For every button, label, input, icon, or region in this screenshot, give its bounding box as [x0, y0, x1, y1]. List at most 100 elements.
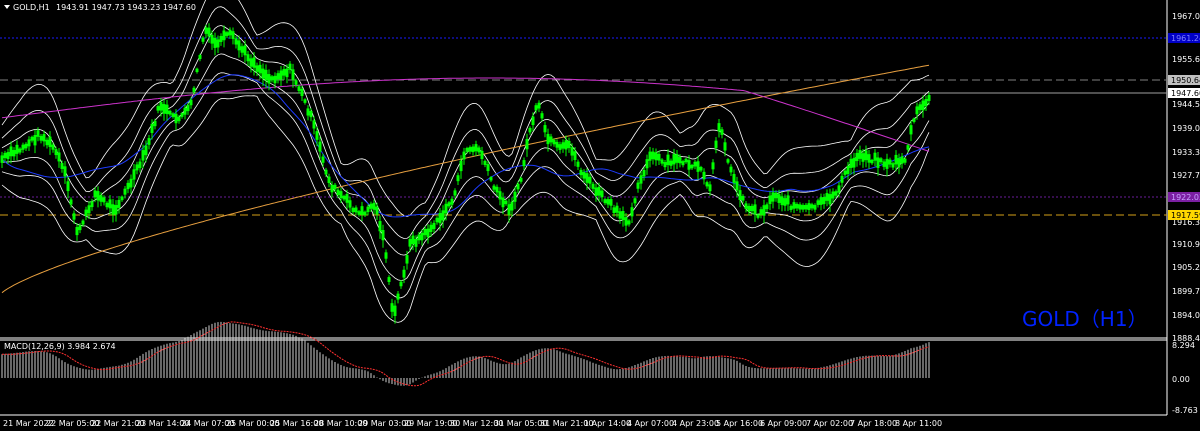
candle-body	[99, 195, 103, 202]
candle-body	[429, 224, 433, 232]
candle-body	[54, 149, 58, 156]
candle-body	[312, 120, 316, 129]
candle-body	[495, 186, 499, 193]
candle-body	[762, 205, 766, 216]
candle-body	[201, 37, 205, 42]
candle-body	[324, 169, 328, 175]
candle-body	[267, 74, 271, 84]
candle-body	[165, 104, 169, 115]
candle-body	[114, 205, 118, 215]
candle-body	[162, 104, 166, 114]
candle-body	[249, 58, 253, 67]
candle-body	[885, 158, 889, 169]
candle-body	[27, 139, 31, 147]
candle-body	[648, 151, 652, 161]
candle-body	[264, 69, 268, 81]
candle-body	[603, 199, 607, 204]
candle-body	[642, 170, 646, 177]
candle-body	[588, 176, 592, 184]
candle-body	[18, 148, 22, 153]
candle-body	[828, 194, 832, 205]
candle-body	[579, 169, 583, 176]
candle-body	[507, 204, 511, 215]
candle-body	[339, 191, 343, 199]
candle-body	[309, 110, 313, 118]
candle-body	[804, 204, 808, 210]
candle-body	[411, 235, 415, 245]
candle-body	[48, 136, 52, 148]
candle-body	[177, 116, 181, 122]
price-tick: 1955.60	[1172, 55, 1200, 64]
candle-body	[822, 197, 826, 205]
candle-body	[534, 105, 538, 111]
candle-body	[639, 175, 643, 184]
trading-chart[interactable]: GOLD,H1 1943.91 1947.73 1943.23 1947.60 …	[0, 0, 1200, 431]
gold-level-label: 1917.59	[1171, 211, 1200, 220]
candle-body	[294, 80, 298, 85]
candle-body	[180, 113, 184, 117]
candle-body	[783, 198, 787, 206]
candle-body	[864, 150, 868, 161]
candle-body	[612, 207, 616, 214]
candle-body	[714, 140, 718, 149]
candle-body	[927, 95, 931, 101]
candle-body	[210, 34, 214, 44]
candle-body	[6, 152, 10, 160]
candle-body	[594, 187, 598, 196]
candle-body	[435, 217, 439, 223]
candle-body	[321, 156, 325, 163]
candle-body	[582, 172, 586, 179]
candle-body	[228, 29, 232, 36]
candle-body	[720, 129, 724, 135]
candle-body	[315, 131, 319, 140]
candle-body	[585, 173, 589, 183]
candle-body	[744, 203, 748, 209]
price-tick: 1899.70	[1172, 287, 1200, 296]
candle-body	[801, 205, 805, 210]
candle-body	[654, 152, 658, 161]
candle-body	[318, 141, 322, 152]
candle-body	[699, 166, 703, 171]
candle-body	[21, 144, 25, 150]
candle-body	[78, 225, 82, 231]
candle-body	[123, 188, 127, 195]
candle-body	[729, 166, 733, 173]
candle-body	[291, 69, 295, 80]
candle-body	[513, 191, 517, 202]
candle-body	[702, 171, 706, 180]
candle-body	[390, 303, 394, 312]
candle-body	[819, 197, 823, 205]
symbol-label: GOLD,H1	[13, 3, 50, 12]
candle-body	[645, 159, 649, 169]
candle-body	[237, 40, 241, 51]
candle-body	[402, 269, 406, 278]
time-tick: 8 Apr 11:00	[895, 419, 942, 428]
candle-body	[591, 183, 595, 189]
purple-level-label: 1922.03	[1171, 193, 1200, 202]
candle-body	[129, 178, 133, 188]
candle-body	[363, 211, 367, 216]
candle-body	[105, 202, 109, 208]
candle-body	[696, 161, 700, 172]
candle-body	[327, 176, 331, 183]
candle-body	[741, 195, 745, 201]
candle-body	[870, 159, 874, 164]
candle-body	[87, 205, 91, 214]
candle-body	[252, 57, 256, 68]
candle-body	[159, 102, 163, 111]
candle-body	[765, 204, 769, 210]
candle-body	[3, 152, 7, 159]
candle-body	[681, 161, 685, 166]
candle-body	[69, 199, 73, 205]
candle-body	[555, 141, 559, 148]
candle-body	[573, 151, 577, 161]
candle-body	[597, 186, 601, 196]
candle-body	[738, 190, 742, 200]
candle-body	[84, 209, 88, 216]
candle-body	[285, 68, 289, 78]
candle-body	[213, 37, 217, 48]
candle-body	[666, 154, 670, 166]
macd-label: MACD(12,26,9) 3.984 2.674	[4, 342, 116, 351]
candle-body	[726, 159, 730, 163]
candle-body	[399, 281, 403, 287]
